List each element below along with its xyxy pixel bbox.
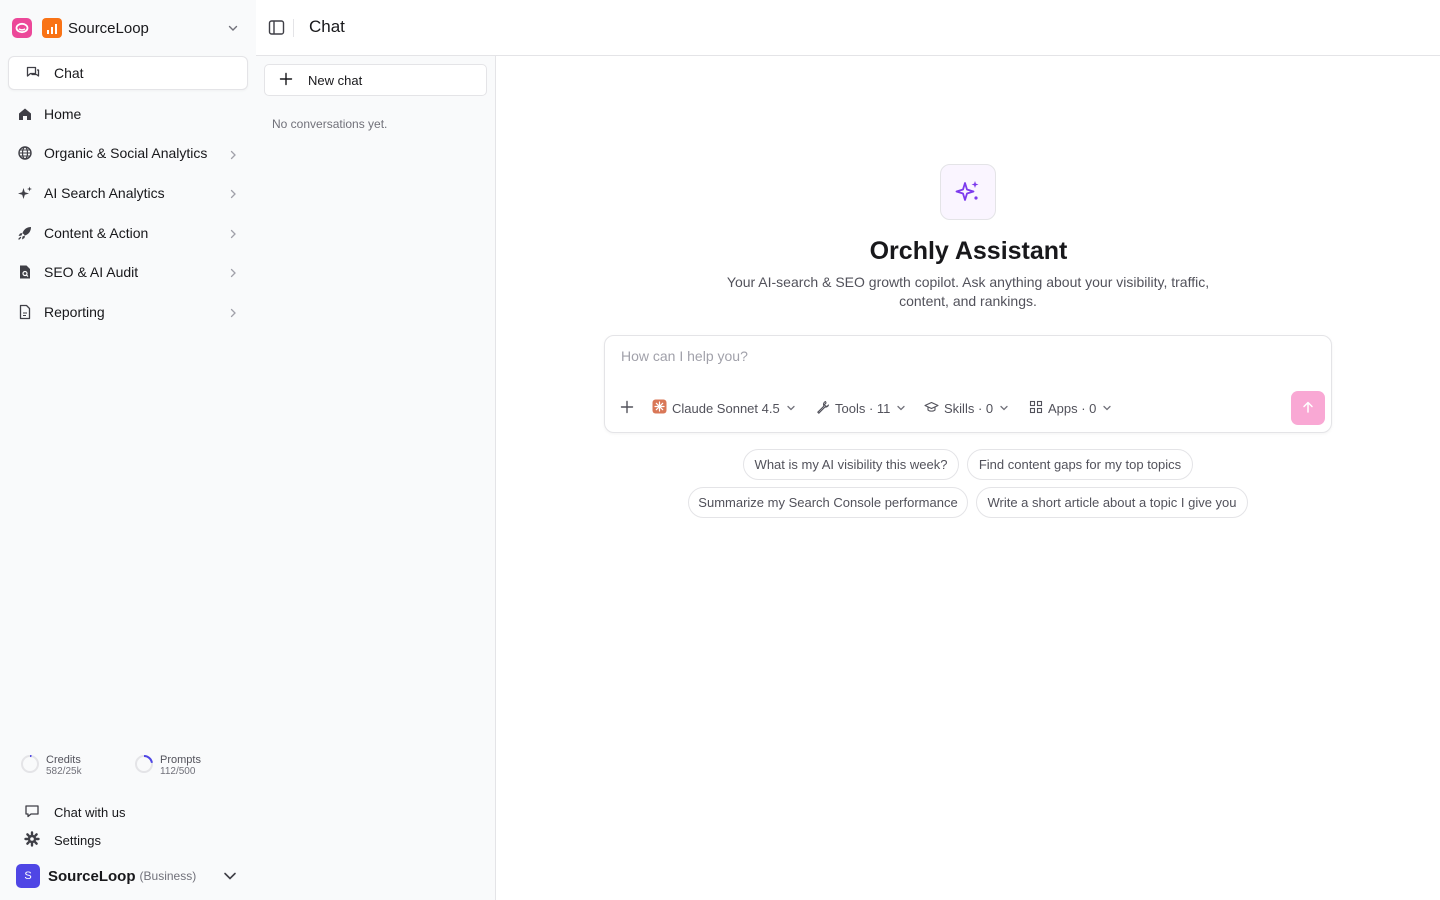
- sidebar-item-chat[interactable]: Chat: [8, 56, 248, 90]
- new-chat-label: New chat: [308, 72, 363, 88]
- brand-logo-icon: [42, 18, 62, 38]
- graduation-cap-icon: [924, 400, 939, 417]
- chevron-down-icon: [226, 21, 240, 38]
- sidebar-item-ai-search-analytics[interactable]: AI Search Analytics: [8, 173, 248, 213]
- chat-main: Orchly Assistant Your AI-search & SEO gr…: [497, 56, 1440, 900]
- prompts-value: 112/500: [160, 766, 196, 777]
- sidebar-item-organic-social-analytics[interactable]: Organic & Social Analytics: [8, 134, 248, 174]
- sidebar-item-label: Reporting: [44, 303, 105, 320]
- chat-input[interactable]: [621, 348, 1281, 364]
- home-icon: [16, 105, 34, 123]
- account-name: SourceLoop: [48, 867, 136, 885]
- plus-icon: [279, 72, 293, 89]
- settings-button[interactable]: Settings: [24, 830, 244, 850]
- chevron-right-icon: [228, 306, 238, 322]
- account-plan: (Business): [139, 869, 197, 883]
- prompts-meter: Prompts 112/500: [134, 754, 201, 778]
- sidebar: SourceLoop Chat Home Organic & Social An…: [0, 0, 256, 900]
- prompts-label: Prompts: [160, 754, 201, 766]
- sidebar-item-content-action[interactable]: Content & Action: [8, 213, 248, 253]
- assistant-sparkles-icon: [940, 164, 996, 220]
- chevron-right-icon: [228, 227, 238, 243]
- credits-label: Credits: [46, 754, 81, 766]
- apps-selector[interactable]: Apps · 0: [1029, 399, 1112, 417]
- chevron-right-icon: [228, 266, 238, 282]
- chat-with-us-button[interactable]: Chat with us: [24, 802, 244, 822]
- chevron-down-icon: [222, 869, 238, 886]
- sidebar-item-seo-ai-audit[interactable]: SEO & AI Audit: [8, 252, 248, 292]
- app-logo-icon: [12, 18, 32, 38]
- credits-value: 582/25k: [46, 766, 82, 777]
- grid-icon: [1029, 400, 1043, 417]
- workspace-switcher[interactable]: SourceLoop: [12, 16, 244, 40]
- tools-label: Tools · 11: [835, 400, 891, 416]
- chat-with-us-label: Chat with us: [54, 804, 126, 820]
- suggestion-chip[interactable]: Summarize my Search Console performance: [688, 487, 968, 518]
- credits-progress-ring: [21, 755, 39, 773]
- plus-icon: [620, 400, 634, 417]
- sidebar-item-home[interactable]: Home: [8, 94, 248, 134]
- progress-ring-track: [21, 755, 39, 773]
- page-title: Chat: [309, 17, 345, 36]
- apps-label: Apps · 0: [1048, 400, 1097, 416]
- sidebar-item-label: Organic & Social Analytics: [44, 145, 208, 162]
- chat-bubbles-icon: [25, 64, 41, 83]
- account-switcher[interactable]: S SourceLoop (Business): [16, 864, 246, 888]
- sidebar-item-label: SEO & AI Audit: [44, 264, 139, 281]
- settings-label: Settings: [54, 832, 101, 848]
- sidebar-toggle-icon[interactable]: [268, 19, 285, 39]
- suggestion-chip[interactable]: Write a short article about a topic I gi…: [976, 487, 1248, 518]
- gear-icon: [24, 830, 40, 850]
- wrench-icon: [816, 400, 830, 417]
- file-search-icon: [16, 263, 34, 281]
- globe-icon: [16, 144, 34, 162]
- sidebar-item-label: Chat: [54, 65, 84, 81]
- chevron-right-icon: [228, 148, 238, 164]
- usage-meters: Credits 582/25k Prompts 112/500: [20, 754, 250, 782]
- chevron-down-icon: [1102, 401, 1112, 416]
- conversations-panel: New chat No conversations yet.: [256, 56, 496, 900]
- send-button[interactable]: [1291, 391, 1325, 425]
- model-provider-icon: [652, 399, 667, 417]
- skills-label: Skills · 0: [944, 400, 994, 416]
- empty-conversations-text: No conversations yet.: [272, 117, 388, 131]
- avatar: S: [16, 864, 40, 888]
- suggestion-chip[interactable]: What is my AI visibility this week?: [743, 449, 959, 480]
- model-selector[interactable]: Claude Sonnet 4.5: [652, 399, 796, 417]
- sidebar-item-reporting[interactable]: Reporting: [8, 292, 248, 332]
- prompts-progress-ring: [135, 755, 153, 773]
- sidebar-item-label: Home: [44, 105, 82, 122]
- model-name: Claude Sonnet 4.5: [672, 400, 780, 416]
- sidebar-item-label: AI Search Analytics: [44, 184, 165, 201]
- skills-selector[interactable]: Skills · 0: [924, 399, 1009, 417]
- chevron-down-icon: [896, 401, 906, 416]
- tools-selector[interactable]: Tools · 11: [816, 399, 906, 417]
- document-icon: [16, 303, 34, 321]
- chevron-down-icon: [786, 401, 796, 416]
- new-chat-button[interactable]: New chat: [264, 64, 487, 96]
- sidebar-item-label: Content & Action: [44, 224, 149, 241]
- message-icon: [24, 803, 40, 822]
- chevron-right-icon: [228, 187, 238, 203]
- suggestion-chip[interactable]: Find content gaps for my top topics: [967, 449, 1193, 480]
- header-divider: [293, 19, 294, 37]
- assistant-title: Orchly Assistant: [869, 237, 1068, 265]
- arrow-up-icon: [1301, 400, 1315, 417]
- attach-button[interactable]: [620, 399, 634, 417]
- assistant-subtitle: Your AI-search & SEO growth copilot. Ask…: [726, 274, 1210, 309]
- rocket-icon: [16, 224, 34, 242]
- top-bar: Chat: [256, 0, 1440, 56]
- workspace-name: SourceLoop: [68, 19, 149, 37]
- credits-meter: Credits 582/25k: [20, 754, 82, 778]
- chat-composer: Claude Sonnet 4.5 Tools · 11 Skills · 0: [604, 335, 1332, 433]
- chevron-down-icon: [999, 401, 1009, 416]
- sparkles-icon: [16, 184, 34, 202]
- sidebar-nav: Home Organic & Social Analytics AI Searc…: [8, 94, 248, 332]
